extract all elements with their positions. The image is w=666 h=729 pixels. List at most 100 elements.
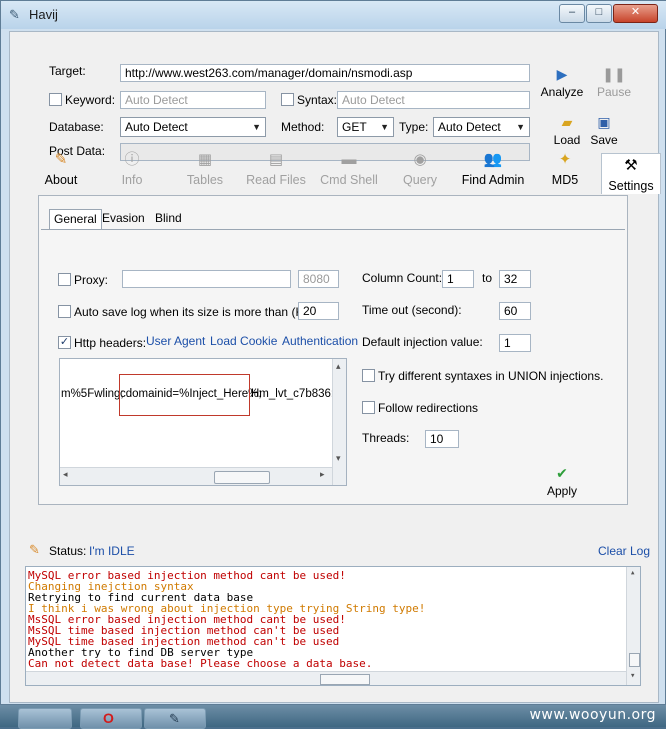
window-title: Havij [29,7,58,22]
target-input[interactable]: http://www.west263.com/manager/domain/ns… [120,64,530,82]
tab-about-label: About [44,173,78,187]
log-scrollbar-thumb[interactable] [629,653,640,667]
threads-label: Threads: [362,431,410,445]
floppy-disk-icon: ▣ [597,114,611,130]
tab-find-admin[interactable]: 👥 Find Admin [457,151,529,187]
scroll-down-icon[interactable]: ▾ [336,453,341,464]
load-button[interactable]: ▰ Load [547,114,587,147]
minimize-button[interactable]: – [559,4,585,23]
http-headers-textarea[interactable]: m%5Fwling; cdomainid=%Inject_Here%; Hm_l… [59,358,347,486]
tab-md5-label: MD5 [551,173,579,187]
chevron-down-icon: ▼ [516,122,525,132]
load-label: Load [553,133,581,147]
check-circle-icon: ✔ [556,465,568,481]
tab-md5[interactable]: ✦ MD5 [547,151,583,187]
taskbar-item-havij[interactable]: ✎ [144,708,206,729]
pause-button[interactable]: ❚❚ Pause [591,66,637,99]
http-headers-checkbox[interactable]: ✓ [58,336,71,349]
taskbar-item-opera[interactable]: O [80,708,142,729]
carrot-icon: ✎ [29,542,40,557]
authentication-link[interactable]: Authentication [282,334,358,348]
load-cookie-link[interactable]: Load Cookie [210,334,277,348]
havij-window: ✎ Havij – □ ✕ Target: http://www.west263… [0,0,666,705]
console-icon: ▬ [341,151,357,168]
tab-about[interactable]: ✎ About [41,151,81,187]
keyword-input[interactable]: Auto Detect [120,91,266,109]
maximize-button[interactable]: □ [586,4,612,23]
syntax-input[interactable]: Auto Detect [337,91,530,109]
try-syntaxes-checkbox[interactable] [362,369,375,382]
log-horizontal-scrollbar[interactable] [26,671,626,685]
method-select[interactable]: GET ▼ [337,117,394,137]
log-vertical-scrollbar[interactable]: ▴ ▾ [626,567,640,685]
horizontal-scrollbar[interactable]: ◂ ▸ [60,467,332,485]
default-injection-input[interactable]: 1 [499,334,531,352]
tab-cmd-shell-label: Cmd Shell [320,173,378,187]
opera-icon: O [103,710,114,726]
log-scroll-down-icon[interactable]: ▾ [630,671,635,682]
tab-tables[interactable]: ▦ Tables [181,151,229,187]
subtab-blind[interactable]: Blind [151,209,186,229]
scrollbar-thumb[interactable] [214,471,270,484]
user-agent-link[interactable]: User Agent [146,334,205,348]
pause-label: Pause [596,85,632,99]
tab-query-label: Query [402,173,438,187]
carrot-icon: ✎ [54,151,68,168]
folder-icon: ▰ [561,114,573,130]
highlight-box [119,374,250,416]
title-bar[interactable]: ✎ Havij – □ ✕ [1,1,666,29]
apply-label: Apply [546,484,578,498]
apply-button[interactable]: ✔ Apply [539,465,585,498]
autosave-checkbox[interactable] [58,305,71,318]
taskbar-item-explorer[interactable] [18,708,72,729]
chevron-down-icon: ▼ [252,122,261,132]
subtab-evasion[interactable]: Evasion [98,209,149,229]
subtab-divider [41,229,625,230]
clear-log-link[interactable]: Clear Log [598,544,650,558]
method-label: Method: [281,120,325,134]
scroll-right-icon[interactable]: ▸ [320,469,325,480]
table-icon: ▦ [197,151,213,168]
scroll-up-icon[interactable]: ▴ [336,361,341,372]
tab-cmd-shell[interactable]: ▬ Cmd Shell [317,151,381,187]
column-to-input[interactable]: 32 [499,270,531,288]
proxy-port-input[interactable]: 8080 [298,270,339,288]
autosave-size-input[interactable]: 20 [298,302,339,320]
type-select[interactable]: Auto Detect ▼ [433,117,530,137]
status-value: I'm IDLE [89,544,135,558]
database-label: Database: [49,120,104,134]
log-scrollbar-thumb-h[interactable] [320,674,370,685]
tab-read-files-label: Read Files [246,173,306,187]
target-label: Target: [49,64,86,78]
analyze-label: Analyze [540,85,584,99]
analyze-button[interactable]: ▶ Analyze [537,66,587,99]
tab-info[interactable]: ⓘ Info [114,151,150,187]
threads-input[interactable]: 10 [425,430,459,448]
tab-read-files[interactable]: ▤ Read Files [244,151,308,187]
column-from-input[interactable]: 1 [442,270,474,288]
keyword-checkbox[interactable] [49,93,62,106]
tab-tables-label: Tables [186,173,224,187]
log-scroll-up-icon[interactable]: ▴ [630,568,635,579]
log-output[interactable]: ▴ ▾ MySQL error based injection method c… [25,566,641,686]
tab-settings[interactable]: ⚒ Settings [601,153,661,194]
close-button[interactable]: ✕ [613,4,658,23]
header-text-left: m%5Fwling; [61,388,124,400]
havij-pen-icon: ✎ [169,711,180,726]
proxy-label: Proxy: [74,273,109,287]
database-select[interactable]: Auto Detect ▼ [120,117,266,137]
save-button[interactable]: ▣ Save [585,114,623,147]
timeout-input[interactable]: 60 [499,302,531,320]
proxy-input[interactable] [122,270,291,288]
tab-query[interactable]: ◉ Query [399,151,441,187]
follow-redirections-checkbox[interactable] [362,401,375,414]
syntax-checkbox[interactable] [281,93,294,106]
proxy-checkbox[interactable] [58,273,71,286]
status-label: Status: [49,544,87,558]
keyword-label: Keyword: [65,93,116,107]
scroll-left-icon[interactable]: ◂ [63,469,68,480]
info-icon: ⓘ [124,151,140,168]
vertical-scrollbar[interactable]: ▴ ▾ [332,359,346,485]
subtab-general[interactable]: General [49,209,102,230]
timeout-label: Time out (second): [362,303,462,317]
